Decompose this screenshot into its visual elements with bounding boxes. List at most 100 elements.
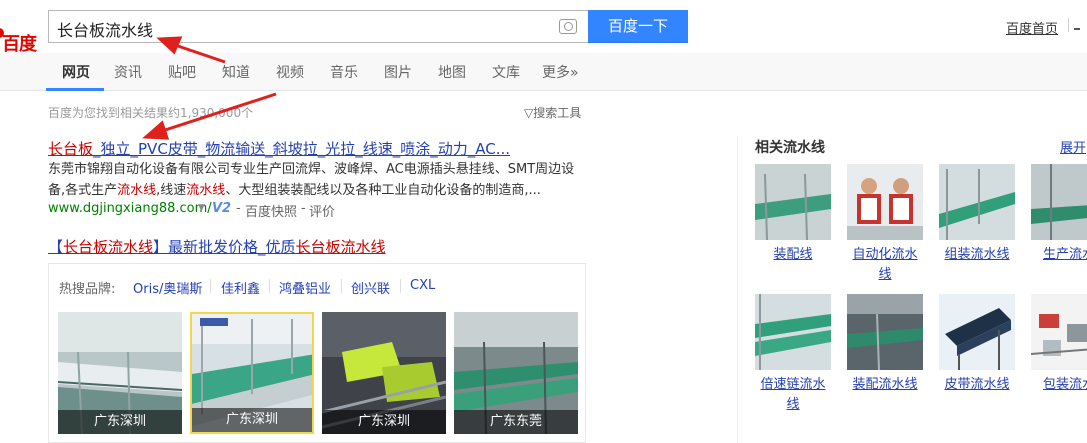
thumb-caption: 广东深圳 [322,410,446,434]
related-image[interactable] [1031,164,1087,240]
filter-icon: ▽ [524,106,534,120]
title-text: 】最新批发价格_优质 [153,238,296,256]
column-divider [737,136,738,443]
product-thumb-4[interactable]: 广东东莞 [454,312,578,434]
related-image[interactable] [847,294,923,370]
result-title-1-highlight: 长台板 [48,140,94,158]
related-link-line: 自动化流水 [852,247,918,262]
result-count: 百度为您找到相关结果约1,930,000个 [48,106,254,120]
brand-link[interactable]: Oris/奥瑞斯 [133,278,202,297]
related-link[interactable]: 装配线 [755,245,831,265]
abstract-text: 备,各式生产 [48,183,118,198]
top-right-overflow-marker [1074,28,1080,30]
hot-brands-box: 热搜品牌: Oris/奥瑞斯 佳利鑫 鸿叠铝业 创兴联 CXL 广东深圳 广东深… [48,263,586,443]
tab-images[interactable]: 图片 [384,62,412,82]
product-image [939,294,1015,370]
brand-separator [400,279,401,293]
related-image[interactable] [939,294,1015,370]
result-title-1[interactable]: 长台板_独立_PVC皮带_物流输送_斜坡拉_光拉_线速_喷涂_动力_AC... [48,138,510,159]
related-image[interactable] [755,294,831,370]
brand-link[interactable]: CXL [410,278,435,293]
abstract-highlight: 流水线 [186,183,226,198]
product-image [939,164,1015,240]
top-right-divider [1068,18,1069,32]
hot-brands-label: 热搜品牌: [59,282,116,297]
tab-music[interactable]: 音乐 [330,62,358,82]
url-dropdown-icon[interactable]: ▼ [198,203,205,213]
thumb-caption: 广东深圳 [58,410,182,434]
related-image[interactable] [939,164,1015,240]
abstract-text: 、大型组装装配线以及各种工业自动化设备的制造商,... [225,183,541,198]
product-image [755,164,831,240]
result-abstract-1: 东莞市锦翔自动化设备有限公司专业生产回流焊、波峰焊、AC电源插头悬挂线、SMT周… [48,159,588,201]
product-thumb-1[interactable]: 广东深圳 [58,312,182,434]
related-image[interactable] [755,164,831,240]
product-image [847,294,923,370]
brand-separator [341,279,342,293]
abstract-line-2: 备,各式生产流水线,线速流水线、大型组装装配线以及各种工业自动化设备的制造商,.… [48,180,588,201]
related-link-line: 装配流水线 [852,377,918,392]
product-image [1031,294,1087,370]
meta-separator: - [236,201,241,216]
tab-map[interactable]: 地图 [438,62,466,82]
related-link[interactable]: 自动化流水线 [847,245,923,285]
baidu-home-link[interactable]: 百度首页 [1006,18,1058,37]
related-link-line: 包装流水 [1042,377,1087,392]
search-box[interactable]: 长台板流水线 [48,10,589,43]
search-input[interactable]: 长台板流水线 [57,17,153,41]
result-title-2[interactable]: 【长台板流水线】最新批发价格_优质长台板流水线 [48,236,386,257]
brand-link[interactable]: 鸿叠铝业 [279,278,331,297]
title-highlight: 长台板流水线 [63,238,154,256]
review-link[interactable]: 评价 [309,201,335,220]
tab-more[interactable]: 更多» [542,62,579,82]
abstract-text: ,线速 [156,183,187,198]
abstract-highlight: 流水线 [117,183,157,198]
related-link-line: 皮带流水线 [944,377,1010,392]
v2-badge[interactable]: V2 [212,201,231,216]
related-image[interactable] [847,164,923,240]
product-image [1031,164,1087,240]
tab-wenku[interactable]: 文库 [492,62,520,82]
tab-news[interactable]: 资讯 [114,62,142,82]
product-thumb-3[interactable]: 广东深圳 [322,312,446,434]
meta-separator: - [301,201,306,216]
related-link[interactable]: 装配流水线 [847,375,923,395]
expand-link[interactable]: 展开 [1060,137,1086,156]
related-link[interactable]: 组装流水线 [939,245,1015,265]
related-link-line: 线 [878,267,892,282]
active-tab-underline [46,88,104,91]
related-link-line: 组装流水线 [944,247,1010,262]
search-tools-button[interactable]: ▽搜索工具 [524,104,581,121]
camera-icon[interactable] [559,19,577,34]
brand-separator [210,279,211,293]
related-link[interactable]: 倍速链流水线 [755,375,831,415]
product-image [847,164,923,240]
search-tools-label: 搜索工具 [533,106,582,120]
vertical-tabs-bar: 网页 资讯 贴吧 知道 视频 音乐 图片 地图 文库 更多» [0,53,1087,91]
related-link[interactable]: 包装流水 [1031,375,1087,395]
snapshot-link[interactable]: 百度快照 [245,201,297,220]
tab-tieba[interactable]: 贴吧 [168,62,196,82]
search-button[interactable]: 百度一下 [588,10,688,43]
product-thumb-2[interactable]: 广东深圳 [190,312,314,434]
related-link[interactable]: 皮带流水线 [939,375,1015,395]
brand-separator [269,279,270,293]
brand-link[interactable]: 佳利鑫 [221,278,260,297]
title-text: 【 [48,238,64,256]
baidu-logo[interactable]: 百度 [0,14,42,55]
result-url-1[interactable]: www.dgjingxiang88.com/ [48,201,212,216]
result-title-1-rest: _独立_PVC皮带_物流输送_斜坡拉_光拉_线速_喷涂_动力_AC... [93,140,511,158]
related-link-line: 生产流水 [1042,247,1087,262]
abstract-line-1: 东莞市锦翔自动化设备有限公司专业生产回流焊、波峰焊、AC电源插头悬挂线、SMT周… [48,162,575,177]
related-image[interactable] [1031,294,1087,370]
related-link-line: 倍速链流水 [760,377,826,392]
product-image [755,294,831,370]
related-link[interactable]: 生产流水 [1031,245,1087,265]
thumb-caption: 广东东莞 [454,410,578,434]
brand-link[interactable]: 创兴联 [351,278,390,297]
related-link-line: 装配线 [773,247,813,262]
related-link-line: 线 [786,397,800,412]
tab-video[interactable]: 视频 [276,62,304,82]
tab-zhidao[interactable]: 知道 [222,62,250,82]
tab-web[interactable]: 网页 [62,62,90,82]
